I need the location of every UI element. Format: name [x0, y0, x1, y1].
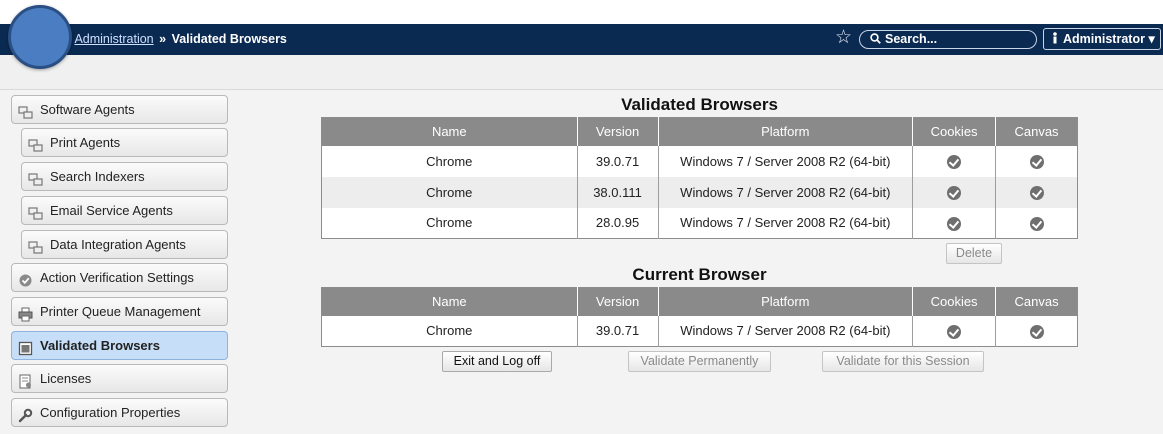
column-header-name[interactable]: Name [321, 287, 578, 316]
column-header-platform[interactable]: Platform [658, 287, 914, 316]
table-row[interactable]: Chrome 39.0.71 Windows 7 / Server 2008 R… [321, 315, 1078, 347]
sidebar-item-configuration-properties[interactable]: Configuration Properties [11, 398, 228, 427]
cell-canvas [996, 316, 1078, 347]
sidebar-item-label: Print Agents [50, 135, 121, 150]
sidebar-item-label: Licenses [40, 371, 92, 386]
sidebar-item-label: Printer Queue Management [40, 304, 201, 319]
agent-icon [28, 203, 43, 220]
column-header-canvas[interactable]: Canvas [995, 287, 1078, 316]
cell-cookies [912, 207, 997, 239]
agent-icon [28, 237, 43, 254]
validate-session-button[interactable]: Validate for this Session [822, 351, 984, 372]
verify-check-icon [18, 270, 33, 287]
cell-platform: Windows 7 / Server 2008 R2 (64-bit) [658, 176, 914, 208]
check-circle-icon [1029, 154, 1044, 169]
current-browser-table: Name Version Platform Cookies Canvas Chr… [321, 287, 1078, 347]
sidebar-item-validated-browsers[interactable]: Validated Browsers [11, 331, 228, 360]
breadcrumb-current: Validated Browsers [171, 32, 287, 46]
cell-canvas [996, 208, 1078, 239]
cell-cookies [912, 145, 997, 177]
delete-button[interactable]: Delete [946, 243, 1002, 264]
sidebar-item-licenses[interactable]: Licenses [11, 364, 228, 393]
check-circle-icon [947, 185, 962, 200]
column-header-version[interactable]: Version [577, 287, 659, 316]
cell-platform: Windows 7 / Server 2008 R2 (64-bit) [658, 207, 914, 239]
cell-version: 39.0.71 [577, 145, 659, 177]
sidebar-item-search-indexers[interactable]: Search Indexers [21, 162, 228, 191]
cell-name: Chrome [321, 315, 578, 347]
sidebar-item-label: Search Indexers [50, 169, 145, 184]
check-circle-icon [947, 324, 962, 339]
column-header-cookies[interactable]: Cookies [912, 287, 997, 316]
search-placeholder: Search... [885, 32, 938, 46]
cell-cookies [912, 176, 997, 208]
printer-icon [18, 304, 33, 322]
cell-name: Chrome [321, 176, 578, 208]
table-row[interactable]: Chrome 38.0.111 Windows 7 / Server 2008 … [321, 176, 1078, 208]
check-circle-icon [947, 216, 962, 231]
search-input[interactable]: Search... [859, 30, 1037, 49]
favorite-star-icon[interactable]: ☆ [835, 28, 852, 48]
column-header-name[interactable]: Name [321, 117, 578, 146]
agent-icon [28, 169, 43, 186]
check-circle-icon [1029, 216, 1044, 231]
cell-platform: Windows 7 / Server 2008 R2 (64-bit) [658, 315, 914, 347]
sidebar-item-print-agents[interactable]: Print Agents [21, 128, 228, 157]
logo-circle[interactable] [8, 5, 72, 69]
cell-version: 38.0.111 [577, 176, 659, 208]
column-header-version[interactable]: Version [577, 117, 659, 146]
sidebar-item-label: Software Agents [40, 102, 135, 117]
sidebar-item-label: Email Service Agents [50, 203, 173, 218]
check-circle-icon [1029, 324, 1044, 339]
cell-version: 39.0.71 [577, 315, 659, 347]
agent-icon [28, 135, 43, 152]
exit-and-logoff-button[interactable]: Exit and Log off [442, 351, 552, 372]
search-icon [870, 31, 881, 48]
cell-version: 28.0.95 [577, 207, 659, 239]
sidebar-item-data-integration-agents[interactable]: Data Integration Agents [21, 230, 228, 259]
cell-canvas [996, 146, 1078, 177]
license-icon [18, 371, 33, 389]
user-menu-button[interactable]: Administrator ▾ [1043, 28, 1161, 50]
breadcrumb: » Administration » Validated Browsers [64, 32, 287, 46]
sidebar-item-printer-queue-management[interactable]: Printer Queue Management [11, 297, 228, 326]
validated-browsers-title: Validated Browsers [621, 95, 778, 114]
current-browser-title: Current Browser [632, 265, 767, 284]
top-margin [0, 0, 1163, 24]
column-header-cookies[interactable]: Cookies [912, 117, 997, 146]
breadcrumb-link-administration[interactable]: Administration [74, 32, 153, 46]
cell-name: Chrome [321, 207, 578, 239]
sidebar-item-action-verification-settings[interactable]: Action Verification Settings [11, 263, 228, 292]
validate-permanently-button[interactable]: Validate Permanently [628, 351, 771, 372]
check-circle-icon [947, 154, 962, 169]
validated-browsers-table: Name Version Platform Cookies Canvas Chr… [321, 117, 1078, 239]
user-name: Administrator [1063, 32, 1145, 46]
browser-icon [18, 338, 33, 356]
table-row[interactable]: Chrome 28.0.95 Windows 7 / Server 2008 R… [321, 207, 1078, 239]
sidebar-item-label: Data Integration Agents [50, 237, 186, 252]
sidebar-item-label: Action Verification Settings [40, 270, 194, 285]
cell-platform: Windows 7 / Server 2008 R2 (64-bit) [658, 145, 914, 177]
column-header-canvas[interactable]: Canvas [995, 117, 1078, 146]
header-bar: » Administration » Validated Browsers ☆ … [0, 24, 1163, 55]
sidebar-item-label: Validated Browsers [40, 338, 160, 353]
chevron-down-icon: ▾ [1148, 32, 1155, 46]
person-icon [1052, 29, 1058, 49]
table-row[interactable]: Chrome 39.0.71 Windows 7 / Server 2008 R… [321, 145, 1078, 177]
sidebar-item-label: Configuration Properties [40, 405, 181, 420]
sidebar-item-software-agents[interactable]: Software Agents [11, 95, 228, 124]
check-circle-icon [1029, 185, 1044, 200]
cell-canvas [995, 176, 1078, 208]
cell-cookies [912, 315, 997, 347]
breadcrumb-separator: » [159, 32, 167, 46]
sidebar-item-email-service-agents[interactable]: Email Service Agents [21, 196, 228, 225]
wrench-icon [18, 405, 33, 423]
column-header-platform[interactable]: Platform [658, 117, 914, 146]
toolbar-strip [0, 55, 1163, 90]
cell-name: Chrome [321, 145, 578, 177]
agent-icon [18, 102, 33, 119]
